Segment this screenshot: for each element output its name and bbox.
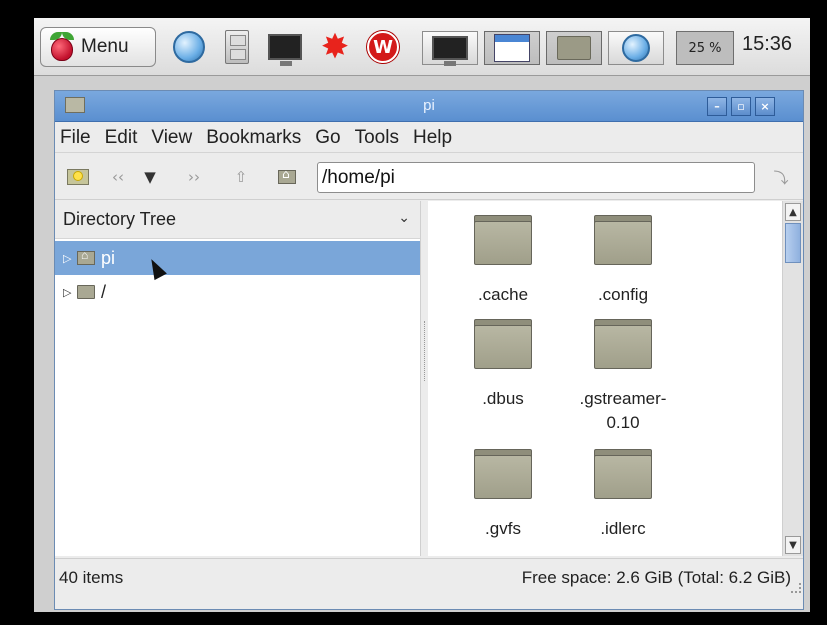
folder-icon: [594, 449, 652, 499]
parent-folder-button[interactable]: ⇧: [227, 165, 255, 189]
home-folder-icon: [77, 248, 95, 265]
file-name: .idlerc: [600, 519, 646, 538]
free-space: Free space: 2.6 GiB (Total: 6.2 GiB): [521, 568, 791, 587]
back-button[interactable]: ‹‹: [103, 165, 133, 189]
menu-label: Menu: [81, 36, 129, 57]
scroll-up-button[interactable]: ▲: [785, 203, 801, 221]
mathematica-icon[interactable]: ✸: [316, 28, 354, 66]
go-arrow-icon: ⤵: [773, 168, 789, 187]
terminal-icon[interactable]: [266, 28, 304, 66]
home-button[interactable]: [273, 165, 301, 189]
side-pane: Directory Tree ⌄ ▷ pi ▷ /: [55, 201, 421, 556]
file-name: .cache: [477, 285, 529, 304]
new-tab-button[interactable]: [65, 165, 91, 189]
status-bar: 40 items Free space: 2.6 GiB (Total: 6.2…: [55, 558, 803, 595]
file-item[interactable]: .gstreamer- 0.10: [568, 319, 678, 435]
tree-item-label: /: [101, 281, 107, 302]
menu-file[interactable]: File: [60, 127, 91, 149]
home-folder-icon: [278, 167, 296, 184]
vertical-scrollbar[interactable]: ▲ ▼: [782, 201, 803, 556]
tree-item-root[interactable]: ▷ /: [55, 275, 420, 309]
path-input[interactable]: /home/pi: [317, 162, 755, 193]
file-manager-window: pi – ▫ × File Edit View Bookmarks Go Too…: [54, 90, 804, 610]
toolbar: ‹‹ ▼ ›› ⇧ /home/pi ⤵: [55, 154, 803, 200]
folder-icon: [557, 36, 591, 60]
file-cabinet-icon[interactable]: [218, 28, 256, 66]
menu-bar: File Edit View Bookmarks Go Tools Help: [55, 123, 803, 153]
resize-grip[interactable]: [791, 583, 801, 593]
title-bar[interactable]: pi – ▫ ×: [55, 91, 803, 122]
maximize-button[interactable]: ▫: [731, 97, 751, 116]
desktop: Menu ✸ W 25 % 15:36 pi – ▫ × File Edit V…: [34, 18, 810, 612]
file-item[interactable]: .cache: [448, 215, 558, 307]
folder-icon: [594, 319, 652, 369]
menu-bookmarks[interactable]: Bookmarks: [206, 127, 301, 149]
side-pane-mode-label: Directory Tree: [63, 209, 177, 229]
item-count: 40 items: [59, 568, 124, 587]
cpu-usage-monitor[interactable]: 25 %: [676, 31, 734, 65]
folder-icon: [474, 319, 532, 369]
file-manager-task-button[interactable]: [546, 31, 602, 65]
menu-help[interactable]: Help: [413, 127, 452, 149]
go-button[interactable]: ⤵: [767, 165, 795, 189]
file-name: .gvfs: [485, 519, 521, 538]
file-name: .config: [597, 285, 649, 304]
up-arrow-icon: ⇧: [234, 168, 248, 186]
file-name: .dbus: [482, 389, 524, 408]
top-panel: Menu ✸ W 25 % 15:36: [34, 18, 810, 76]
wolfram-icon[interactable]: W: [364, 28, 402, 66]
forward-button[interactable]: ››: [179, 165, 209, 189]
raspberry-icon: [49, 32, 75, 62]
expander-icon[interactable]: ▷: [63, 286, 77, 299]
file-name: .gstreamer- 0.10: [579, 389, 667, 432]
scrollbar-thumb[interactable]: [785, 223, 801, 263]
file-view: .cache .config .dbus .gstreamer- 0.10 .g…: [428, 201, 782, 556]
file-item[interactable]: .dbus: [448, 319, 558, 411]
scroll-down-button[interactable]: ▼: [785, 536, 801, 554]
folder-icon: [77, 285, 95, 299]
window-task-button[interactable]: [484, 31, 540, 65]
terminal-task-button[interactable]: [422, 31, 478, 66]
tree-item-home[interactable]: ▷ pi: [55, 241, 420, 275]
forward-arrow-icon: ››: [188, 168, 200, 186]
clock[interactable]: 15:36: [742, 33, 792, 56]
new-folder-icon: [67, 169, 89, 185]
file-item[interactable]: .idlerc: [568, 449, 678, 541]
web-browser-icon[interactable]: [170, 28, 208, 66]
side-pane-mode-selector[interactable]: Directory Tree ⌄: [55, 201, 420, 239]
folder-icon: [474, 215, 532, 265]
close-button[interactable]: ×: [755, 97, 775, 116]
menu-view[interactable]: View: [151, 127, 192, 149]
menu-go[interactable]: Go: [315, 127, 340, 149]
chevron-down-icon: ⌄: [398, 209, 410, 225]
menu-button[interactable]: Menu: [40, 27, 156, 67]
expander-icon[interactable]: ▷: [63, 252, 77, 265]
chevron-down-icon: ▼: [144, 168, 156, 186]
file-item[interactable]: .gvfs: [448, 449, 558, 541]
menu-edit[interactable]: Edit: [105, 127, 138, 149]
history-dropdown[interactable]: ▼: [141, 165, 159, 189]
back-arrow-icon: ‹‹: [112, 168, 124, 186]
folder-icon: [594, 215, 652, 265]
browser-task-button[interactable]: [608, 31, 664, 65]
file-item[interactable]: .config: [568, 215, 678, 307]
tree-item-label: pi: [101, 247, 116, 268]
folder-icon: [474, 449, 532, 499]
minimize-button[interactable]: –: [707, 97, 727, 116]
window-title: pi: [423, 97, 435, 114]
menu-tools[interactable]: Tools: [355, 127, 399, 149]
